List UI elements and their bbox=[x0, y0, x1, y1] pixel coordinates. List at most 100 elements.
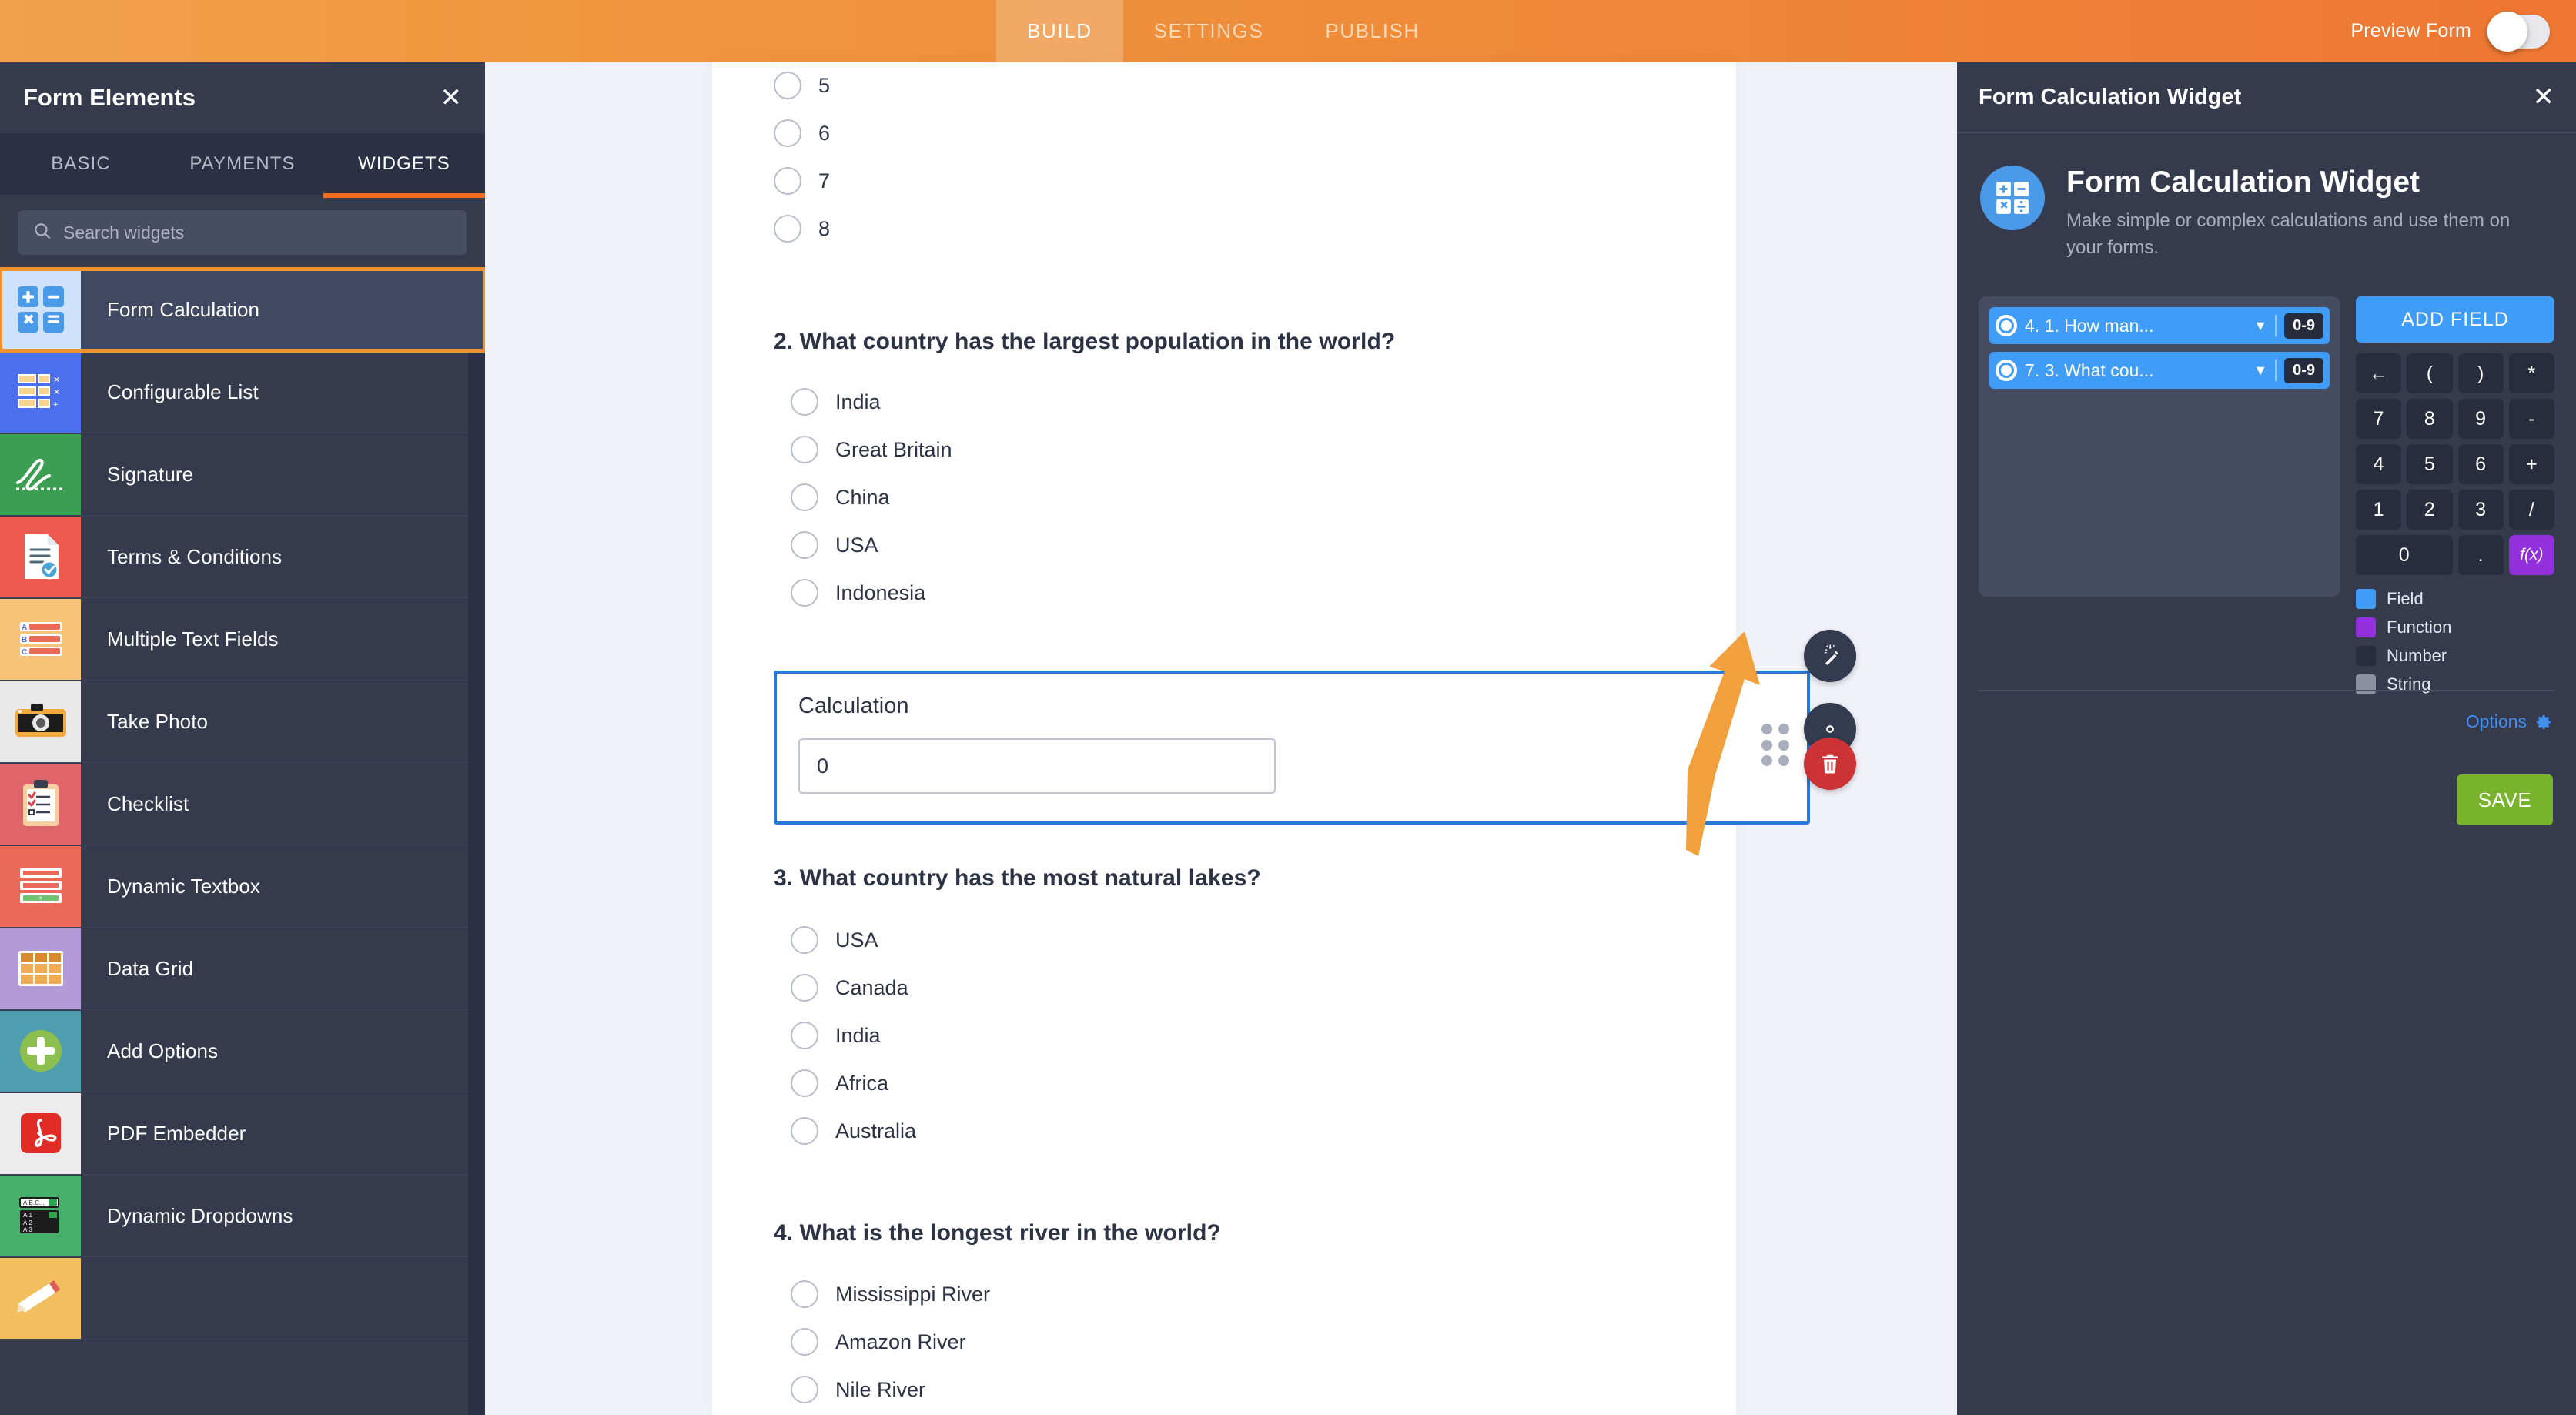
widget-list-item-multiple-text-fields[interactable]: ABCMultiple Text Fields bbox=[0, 598, 485, 681]
radio-button[interactable] bbox=[774, 215, 801, 243]
tab-publish[interactable]: PUBLISH bbox=[1294, 0, 1450, 62]
widget-list-item-add-options[interactable]: Add Options bbox=[0, 1010, 485, 1092]
widget-list-item-pdf-embedder[interactable]: PDF Embedder bbox=[0, 1092, 485, 1175]
keypad-key-1[interactable]: 1 bbox=[2356, 490, 2401, 530]
sidebar-tab-widgets[interactable]: WIDGETS bbox=[323, 133, 485, 195]
save-button[interactable]: SAVE bbox=[2457, 774, 2553, 825]
radio-option[interactable]: Mississippi River bbox=[791, 1270, 990, 1318]
radio-option[interactable]: India bbox=[791, 378, 881, 426]
widget-list-item-configurable-list[interactable]: ✕✕+Configurable List bbox=[0, 351, 485, 433]
radio-button[interactable] bbox=[791, 388, 818, 416]
radio-option[interactable]: Africa bbox=[791, 1059, 888, 1107]
keypad-key-0[interactable]: 0 bbox=[2356, 535, 2453, 575]
keypad-key-3[interactable]: 3 bbox=[2458, 490, 2504, 530]
radio-button[interactable] bbox=[791, 579, 818, 607]
tab-settings[interactable]: SETTINGS bbox=[1123, 0, 1295, 62]
radio-option[interactable]: 5 bbox=[774, 62, 830, 109]
radio-button[interactable] bbox=[774, 167, 801, 195]
sidebar-tab-payments[interactable]: PAYMENTS bbox=[162, 133, 323, 195]
radio-option[interactable]: Nile River bbox=[791, 1366, 925, 1413]
radio-button[interactable] bbox=[791, 1022, 818, 1049]
search-widgets-box[interactable] bbox=[18, 210, 467, 255]
sidebar-scrollbar-thumb[interactable] bbox=[468, 298, 485, 1168]
chevron-down-icon[interactable]: ▼ bbox=[2253, 318, 2267, 334]
radio-option[interactable]: Canada bbox=[791, 964, 908, 1012]
widget-list-item-dynamic-dropdowns[interactable]: A.B.C...A.1A.2A.3Dynamic Dropdowns bbox=[0, 1175, 485, 1257]
radio-option[interactable]: China bbox=[791, 473, 890, 521]
svg-text:A.B.C...: A.B.C... bbox=[23, 1199, 45, 1206]
radio-option[interactable]: Australia bbox=[791, 1107, 916, 1155]
radio-option[interactable]: USA bbox=[791, 521, 878, 569]
function-key[interactable]: f(x) bbox=[2509, 535, 2554, 575]
radio-option[interactable]: 6 bbox=[774, 109, 830, 157]
search-input[interactable] bbox=[63, 222, 453, 243]
keypad-key-+[interactable]: + bbox=[2509, 444, 2554, 484]
formula-field-chip[interactable]: 7. 3. What cou...▼0-9 bbox=[1989, 352, 2330, 389]
sidebar-tab-basic[interactable]: BASIC bbox=[0, 133, 162, 195]
widget-list-item-dynamic-textbox[interactable]: +Dynamic Textbox bbox=[0, 845, 485, 928]
widget-description: Make simple or complex calculations and … bbox=[2066, 208, 2536, 262]
keypad-key-6[interactable]: 6 bbox=[2458, 444, 2504, 484]
preview-form-toggle[interactable] bbox=[2487, 15, 2550, 49]
widget-list-item-signature[interactable]: Signature bbox=[0, 433, 485, 516]
radio-button[interactable] bbox=[774, 72, 801, 99]
backspace-key[interactable]: ← bbox=[2356, 353, 2401, 393]
keypad-key-8[interactable]: 8 bbox=[2407, 399, 2452, 439]
keypad-key-4[interactable]: 4 bbox=[2356, 444, 2401, 484]
widget-list-item-terms-conditions[interactable]: Terms & Conditions bbox=[0, 516, 485, 598]
chevron-down-icon[interactable]: ▼ bbox=[2253, 363, 2267, 379]
tab-build[interactable]: BUILD bbox=[996, 0, 1123, 62]
radio-option[interactable]: Great Britain bbox=[791, 426, 952, 473]
calculation-field[interactable]: Calculation bbox=[774, 671, 1810, 825]
keypad-key-9[interactable]: 9 bbox=[2458, 399, 2504, 439]
toggle-knob bbox=[2487, 12, 2527, 52]
magic-wand-button[interactable] bbox=[1804, 630, 1856, 682]
keypad-key-2[interactable]: 2 bbox=[2407, 490, 2452, 530]
keypad-key-5[interactable]: 5 bbox=[2407, 444, 2452, 484]
widget-list-item-form-calculation[interactable]: Form Calculation bbox=[0, 269, 485, 351]
radio-button[interactable] bbox=[791, 531, 818, 559]
svg-text:A.3: A.3 bbox=[23, 1226, 33, 1233]
radio-button[interactable] bbox=[791, 1069, 818, 1097]
keypad-key-*[interactable]: * bbox=[2509, 353, 2554, 393]
keypad-key--[interactable]: - bbox=[2509, 399, 2554, 439]
delete-button[interactable] bbox=[1804, 738, 1856, 790]
radio-button[interactable] bbox=[791, 483, 818, 511]
radio-option[interactable]: Indonesia bbox=[791, 569, 925, 617]
radio-option[interactable]: Amazon River bbox=[791, 1318, 966, 1366]
widget-list-item-take-photo[interactable]: Take Photo bbox=[0, 681, 485, 763]
radio-button[interactable] bbox=[791, 1117, 818, 1145]
radio-button[interactable] bbox=[774, 119, 801, 147]
legend-swatch bbox=[2356, 589, 2376, 609]
widget-list-item-data-grid[interactable]: Data Grid bbox=[0, 928, 485, 1010]
keypad-key-.[interactable]: . bbox=[2458, 535, 2504, 575]
radio-button[interactable] bbox=[791, 974, 818, 1002]
options-link[interactable]: Options bbox=[2466, 711, 2553, 732]
preview-form-control[interactable]: Preview Form bbox=[2350, 0, 2550, 62]
calculator-keypad: ←()* 789- 456+123/ 0.f(x) bbox=[2356, 353, 2554, 575]
radio-option[interactable]: India bbox=[791, 1012, 881, 1059]
widget-list-item-partial[interactable] bbox=[0, 1257, 485, 1340]
radio-option[interactable]: USA bbox=[791, 916, 878, 964]
radio-button[interactable] bbox=[791, 436, 818, 463]
add-field-button[interactable]: ADD FIELD bbox=[2356, 296, 2554, 343]
radio-button[interactable] bbox=[791, 1328, 818, 1356]
keypad-key-([interactable]: ( bbox=[2407, 353, 2452, 393]
drag-handle-icon[interactable] bbox=[1761, 724, 1791, 767]
radio-button[interactable] bbox=[791, 926, 818, 954]
radio-option[interactable]: 8 bbox=[774, 205, 830, 253]
keypad-key-/[interactable]: / bbox=[2509, 490, 2554, 530]
radio-option[interactable]: 7 bbox=[774, 157, 830, 205]
sidebar-scrollbar-track[interactable] bbox=[468, 298, 485, 1415]
calculation-input[interactable] bbox=[798, 738, 1276, 794]
close-icon[interactable]: ✕ bbox=[440, 85, 463, 111]
radio-button[interactable] bbox=[791, 1280, 818, 1308]
formula-field-chip[interactable]: 4. 1. How man...▼0-9 bbox=[1989, 307, 2330, 344]
keypad-key-7[interactable]: 7 bbox=[2356, 399, 2401, 439]
sidebar-search-wrap bbox=[0, 195, 485, 269]
formula-field-pane[interactable]: 4. 1. How man...▼0-9 7. 3. What cou...▼0-… bbox=[1979, 296, 2340, 597]
radio-button[interactable] bbox=[791, 1376, 818, 1403]
close-icon[interactable]: ✕ bbox=[2533, 84, 2555, 110]
keypad-key-)[interactable]: ) bbox=[2458, 353, 2504, 393]
widget-list-item-checklist[interactable]: Checklist bbox=[0, 763, 485, 845]
